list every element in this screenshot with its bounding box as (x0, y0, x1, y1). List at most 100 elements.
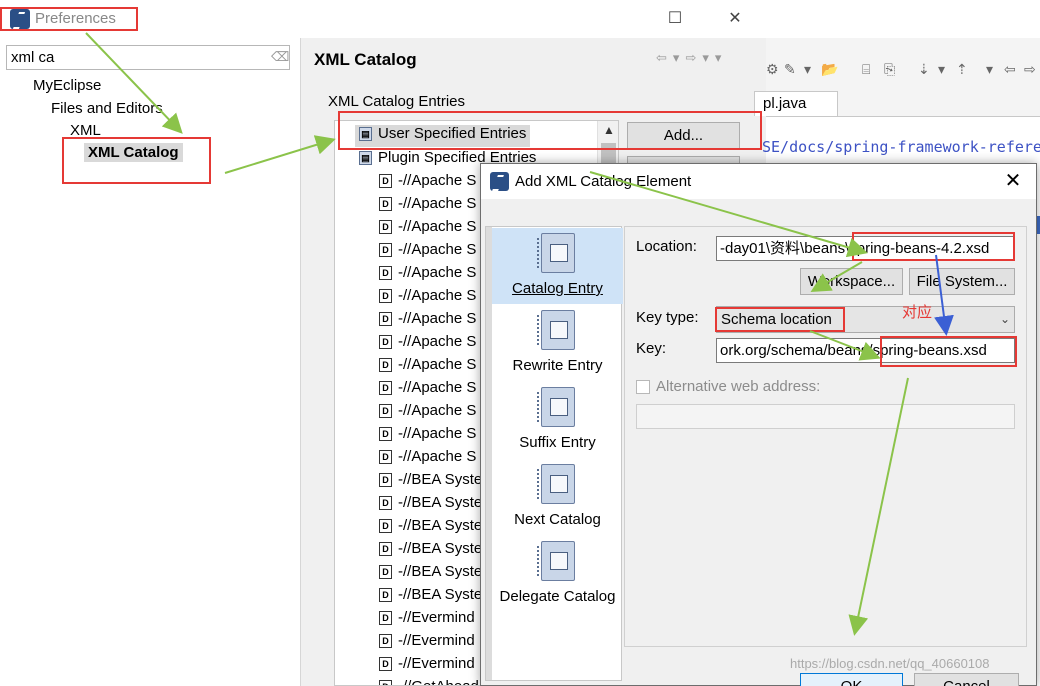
list-item-suffix-entry[interactable]: Suffix Entry (492, 382, 623, 458)
dtd-icon: D (379, 335, 392, 350)
debug-icon[interactable]: ⚙ (766, 61, 779, 78)
highlight-key-type (715, 307, 845, 332)
cancel-button[interactable]: Cancel (914, 673, 1019, 686)
tree-row[interactable]: D -//Apache S (379, 333, 476, 355)
file-system-button[interactable]: File System... (909, 268, 1015, 295)
tree-row[interactable]: D -//Apache S (379, 172, 476, 194)
dropdown-icon[interactable]: ▾ (938, 61, 945, 78)
annotation-correspond: 对应 (902, 304, 933, 321)
view-menu-icon[interactable]: ▾ (715, 50, 722, 65)
row-label: -//Apache S (398, 172, 477, 189)
back-icon[interactable]: ⇦ (1004, 61, 1016, 78)
tree-item-files-and-editors[interactable]: Files and Editors (51, 100, 163, 117)
row-label: -//BEA Syste (398, 517, 483, 534)
filter-text: xml ca (11, 49, 55, 66)
tree-row[interactable]: D -//BEA Syste (379, 517, 482, 539)
next-catalog-icon (536, 464, 575, 504)
dtd-icon: D (379, 266, 392, 281)
run-icon[interactable]: ✎ (784, 61, 796, 78)
tree-item-myeclipse[interactable]: MyEclipse (33, 77, 101, 94)
row-label: -//Apache S (398, 425, 477, 442)
tree-row[interactable]: D -//BEA Syste (379, 540, 482, 562)
next-annotation-icon[interactable]: ⇣ (918, 61, 930, 78)
close-icon[interactable]: ✕ (724, 8, 746, 30)
chevron-down-icon: ⌄ (999, 312, 1010, 326)
forward-icon[interactable]: ⇨ (1024, 61, 1036, 78)
ok-button[interactable]: OK (800, 673, 903, 686)
dtd-icon: D (379, 657, 392, 672)
row-label: -//Apache S (398, 356, 477, 373)
row-label: -//Apache S (398, 218, 477, 235)
key-type-label: Key type: (636, 309, 699, 326)
catalog-entry-icon (536, 233, 575, 273)
row-label: -//Apache S (398, 195, 477, 212)
tree-row[interactable]: D -//BEA Syste (379, 494, 482, 516)
list-item-delegate-catalog[interactable]: Delegate Catalog (492, 536, 623, 612)
highlight-key-file (880, 336, 1017, 367)
dtd-icon: D (379, 519, 392, 534)
location-label: Location: (636, 238, 697, 255)
row-label: -//Apache S (398, 448, 477, 465)
tree-row[interactable]: D -//Evermind (379, 632, 475, 654)
row-label: -//BEA Syste (398, 471, 483, 488)
tree-row[interactable]: D -//BEA Syste (379, 471, 482, 493)
open-folder-icon[interactable]: 📂 (821, 61, 838, 78)
dtd-icon: D (379, 312, 392, 327)
tree-row[interactable]: D -//BEA Syste (379, 563, 482, 585)
forward-icon[interactable]: ⇨ (685, 50, 696, 65)
close-icon[interactable]: ✕ (1001, 169, 1025, 193)
forward-menu-icon[interactable]: ▾ (702, 50, 709, 65)
history-nav: ⇦ ▾ ⇨ ▾ ▾ (656, 50, 727, 66)
editor-tab[interactable]: pl.java (754, 91, 838, 116)
dtd-icon: D (379, 588, 392, 603)
clear-filter-icon[interactable]: ⌫ (271, 49, 289, 65)
tree-row[interactable]: D -//Apache S (379, 448, 476, 470)
filter-input[interactable]: xml ca ⌫ (6, 45, 290, 70)
tree-row[interactable]: D -//Apache S (379, 425, 476, 447)
list-item-label: Delegate Catalog (499, 588, 616, 605)
dtd-icon: D (379, 634, 392, 649)
tree-row[interactable]: D -//BEA Syste (379, 586, 482, 608)
editor-toolbar: ⚙ ✎ ▾ 📂 ⌸ ⎘ ⇣ ▾ ⇡ ▾ ⇦ ⇨ (766, 57, 1040, 87)
tree-row[interactable]: D -//Apache S (379, 379, 476, 401)
row-label: -//BEA Syste (398, 586, 483, 603)
list-item-catalog-entry[interactable]: Catalog Entry (492, 228, 623, 304)
row-label: -//Apache S (398, 310, 477, 327)
tree-row[interactable]: D -//Apache S (379, 241, 476, 263)
tree-row[interactable]: D -//Apache S (379, 287, 476, 309)
alternative-web-input[interactable] (636, 404, 1015, 429)
tree-row[interactable]: D -//Apache S (379, 218, 476, 240)
dropdown-icon[interactable]: ▾ (986, 61, 993, 78)
copy-icon[interactable]: ⎘ (884, 61, 895, 78)
alternative-web-checkbox[interactable] (636, 380, 650, 394)
tree-row[interactable]: D -//Apache S (379, 310, 476, 332)
prev-annotation-icon[interactable]: ⇡ (956, 61, 968, 78)
dialog-title: Add XML Catalog Element (515, 173, 692, 190)
key-label: Key: (636, 340, 667, 357)
dropdown-icon[interactable]: ▾ (804, 61, 811, 78)
maximize-icon[interactable]: ☐ (664, 8, 686, 30)
row-label: -//Apache S (398, 264, 477, 281)
catalog-icon: ▤ (359, 151, 372, 166)
tree-row[interactable]: D -//Evermind (379, 655, 475, 677)
tree-row[interactable]: D -//GetAhead (379, 678, 479, 685)
row-label: -//BEA Syste (398, 494, 483, 511)
tree-row[interactable]: D -//Apache S (379, 356, 476, 378)
list-item-label: Rewrite Entry (512, 357, 603, 374)
dtd-icon: D (379, 680, 392, 685)
list-item-rewrite-entry[interactable]: Rewrite Entry (492, 305, 623, 381)
workspace-button[interactable]: Workspace... (800, 268, 903, 295)
tree-row[interactable]: D -//Apache S (379, 402, 476, 424)
list-item-next-catalog[interactable]: Next Catalog (492, 459, 623, 535)
highlight-xml-catalog (62, 137, 211, 184)
dtd-icon: D (379, 473, 392, 488)
tree-row[interactable]: D -//Evermind (379, 609, 475, 631)
dtd-icon: D (379, 565, 392, 580)
dialog-body: Catalog Entry Rewrite Entry Suffix Entry… (481, 199, 1036, 686)
save-icon[interactable]: ⌸ (862, 61, 870, 78)
tree-row[interactable]: D -//Apache S (379, 264, 476, 286)
back-menu-icon[interactable]: ▾ (673, 50, 680, 65)
delegate-catalog-icon (536, 541, 575, 581)
tree-row[interactable]: D -//Apache S (379, 195, 476, 217)
back-icon[interactable]: ⇦ (656, 50, 667, 65)
